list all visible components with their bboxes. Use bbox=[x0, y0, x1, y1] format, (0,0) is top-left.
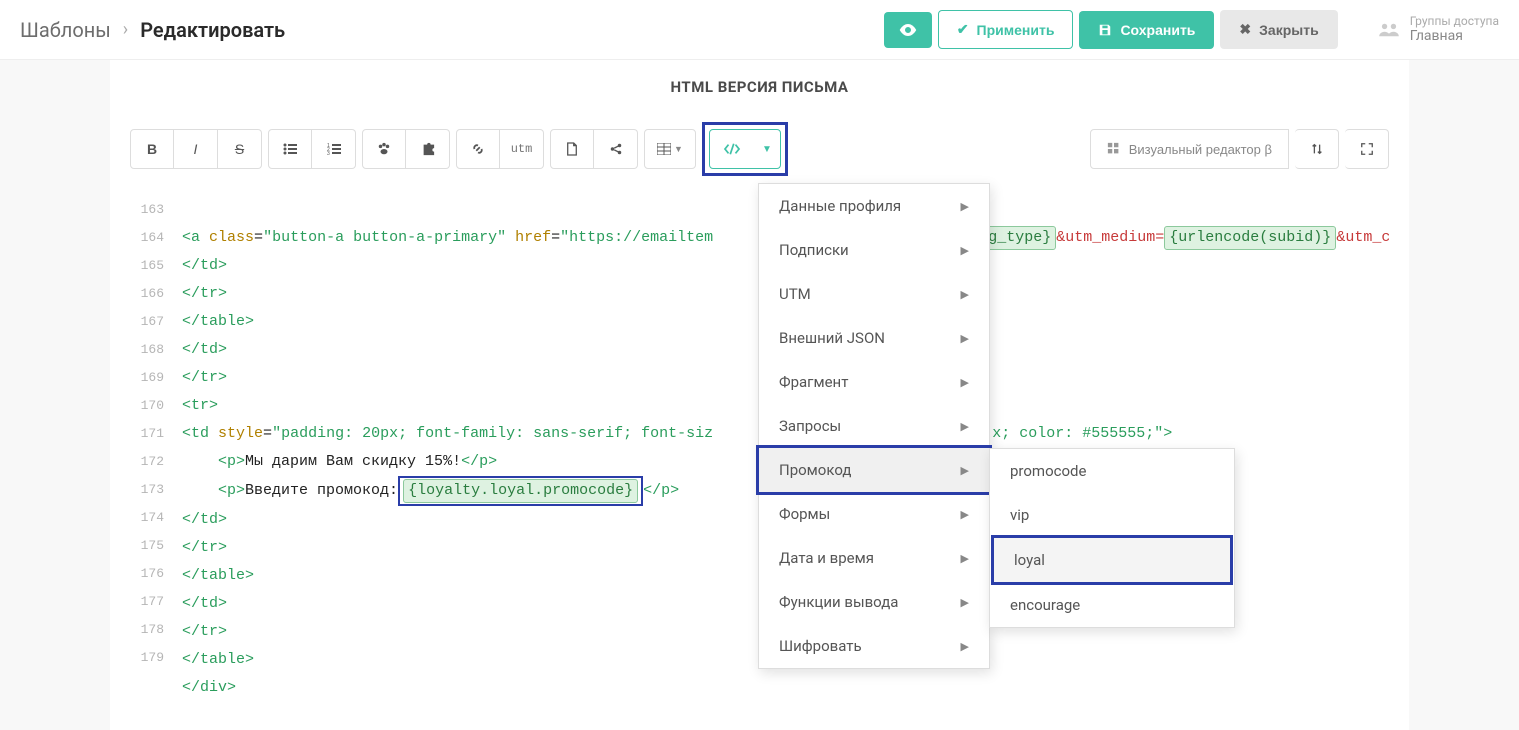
breadcrumb: Шаблоны › Редактировать bbox=[20, 18, 285, 42]
preview-button[interactable] bbox=[884, 12, 932, 48]
puzzle-button[interactable] bbox=[406, 129, 450, 169]
close-icon: ✖ bbox=[1239, 21, 1251, 38]
submenu-item[interactable]: vip bbox=[990, 493, 1234, 537]
strikethrough-button[interactable]: S bbox=[218, 129, 262, 169]
chevron-right-icon: ▶ bbox=[961, 640, 969, 653]
chevron-right-icon: ▶ bbox=[961, 508, 969, 521]
dropdown-item[interactable]: Шифровать▶ bbox=[759, 624, 989, 668]
chevron-right-icon: ▶ bbox=[961, 464, 969, 477]
paw-button[interactable] bbox=[362, 129, 406, 169]
line-gutter: 1631641651661671681691701711721731741751… bbox=[130, 196, 170, 672]
chevron-right-icon: ▶ bbox=[961, 420, 969, 433]
dropdown-item[interactable]: Данные профиля▶ bbox=[759, 184, 989, 228]
expand-icon bbox=[1360, 142, 1374, 156]
fullscreen-button[interactable] bbox=[1345, 129, 1389, 169]
header-actions: ✔ Применить Сохранить ✖ Закрыть bbox=[884, 10, 1338, 49]
variable-dropdown[interactable]: Данные профиля▶Подписки▶UTM▶Внешний JSON… bbox=[758, 183, 990, 669]
dropdown-item[interactable]: UTM▶ bbox=[759, 272, 989, 316]
dropdown-item[interactable]: Формы▶ bbox=[759, 492, 989, 536]
variable-chip: {urlencode(subid)} bbox=[1164, 226, 1336, 250]
file-button[interactable] bbox=[550, 129, 594, 169]
code-icon bbox=[723, 142, 741, 156]
sort-button[interactable] bbox=[1295, 129, 1339, 169]
promocode-variable-highlight: {loyalty.loyal.promocode} bbox=[398, 476, 643, 506]
chevron-right-icon: ▶ bbox=[961, 200, 969, 213]
dropdown-item[interactable]: Дата и время▶ bbox=[759, 536, 989, 580]
chevron-right-icon: ▶ bbox=[961, 596, 969, 609]
dropdown-item[interactable]: Промокод▶ bbox=[759, 448, 989, 492]
italic-button[interactable]: I bbox=[174, 129, 218, 169]
eye-icon bbox=[899, 23, 917, 37]
caret-down-icon: ▼ bbox=[674, 144, 683, 154]
list-ul-button[interactable] bbox=[268, 129, 312, 169]
list-ol-button[interactable]: 123 bbox=[312, 129, 356, 169]
list-ul-icon bbox=[283, 143, 297, 155]
access-group-label: Группы доступа bbox=[1410, 14, 1499, 28]
link-icon bbox=[471, 142, 485, 156]
table-icon bbox=[657, 143, 671, 155]
caret-down-icon[interactable]: ▼ bbox=[754, 130, 780, 168]
apply-button[interactable]: ✔ Применить bbox=[938, 10, 1074, 49]
dropdown-item[interactable]: Запросы▶ bbox=[759, 404, 989, 448]
link-button[interactable] bbox=[456, 129, 500, 169]
save-icon bbox=[1098, 23, 1112, 37]
breadcrumb-root[interactable]: Шаблоны bbox=[20, 18, 111, 42]
save-button[interactable]: Сохранить bbox=[1079, 11, 1214, 49]
dropdown-item[interactable]: Внешний JSON▶ bbox=[759, 316, 989, 360]
users-icon bbox=[1378, 22, 1400, 38]
chevron-right-icon: ▶ bbox=[961, 332, 969, 345]
breadcrumb-current: Редактировать bbox=[140, 18, 285, 42]
visual-editor-button[interactable]: Визуальный редактор β bbox=[1090, 129, 1289, 169]
utm-button[interactable]: utm bbox=[500, 129, 544, 169]
dropdown-item[interactable]: Функции вывода▶ bbox=[759, 580, 989, 624]
svg-text:3: 3 bbox=[327, 151, 330, 155]
submenu-item[interactable]: encourage bbox=[990, 583, 1234, 627]
sort-icon bbox=[1310, 142, 1324, 156]
chevron-right-icon: ▶ bbox=[961, 288, 969, 301]
paw-icon bbox=[377, 142, 391, 156]
access-group[interactable]: Группы доступа Главная bbox=[1378, 14, 1499, 45]
section-title: HTML ВЕРСИЯ ПИСЬМА bbox=[130, 60, 1389, 114]
access-group-value: Главная bbox=[1410, 28, 1499, 45]
grid-icon bbox=[1107, 142, 1121, 156]
chevron-right-icon: ▶ bbox=[961, 376, 969, 389]
variable-chip: g_type} bbox=[983, 226, 1056, 250]
table-button[interactable]: ▼ bbox=[644, 129, 696, 169]
puzzle-icon bbox=[421, 142, 435, 156]
submenu-item[interactable]: promocode bbox=[990, 449, 1234, 493]
chevron-right-icon: ▶ bbox=[961, 244, 969, 257]
check-icon: ✔ bbox=[957, 21, 969, 38]
promocode-submenu[interactable]: promocodeviployalencourage bbox=[989, 448, 1235, 628]
list-ol-icon: 123 bbox=[327, 143, 341, 155]
dropdown-item[interactable]: Фрагмент▶ bbox=[759, 360, 989, 404]
share-button[interactable] bbox=[594, 129, 638, 169]
chevron-right-icon: › bbox=[123, 19, 128, 40]
file-icon bbox=[566, 142, 578, 156]
page-header: Шаблоны › Редактировать ✔ Применить Сохр… bbox=[0, 0, 1519, 60]
close-button[interactable]: ✖ Закрыть bbox=[1220, 10, 1337, 49]
chevron-right-icon: ▶ bbox=[961, 552, 969, 565]
submenu-item[interactable]: loyal bbox=[994, 538, 1230, 582]
bold-button[interactable]: B bbox=[130, 129, 174, 169]
share-icon bbox=[609, 142, 623, 156]
insert-variable-button[interactable]: ▼ bbox=[709, 129, 781, 169]
dropdown-item[interactable]: Подписки▶ bbox=[759, 228, 989, 272]
